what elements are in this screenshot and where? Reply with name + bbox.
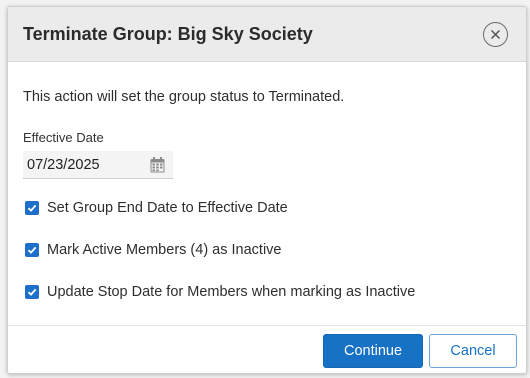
dialog-description: This action will set the group status to… (23, 89, 345, 105)
terminate-group-dialog: Terminate Group: Big Sky Society This ac… (7, 6, 527, 374)
continue-button[interactable]: Continue (323, 334, 423, 368)
option-mark-inactive[interactable]: Mark Active Members (4) as Inactive (25, 240, 282, 260)
close-button[interactable] (483, 22, 508, 47)
update-stop-date-label: Update Stop Date for Members when markin… (47, 284, 416, 300)
dialog-title: Terminate Group: Big Sky Society (23, 24, 313, 44)
option-update-stop-date[interactable]: Update Stop Date for Members when markin… (25, 282, 415, 302)
effective-date-label: Effective Date (23, 130, 104, 145)
effective-date-input[interactable] (27, 155, 142, 175)
mark-inactive-label: Mark Active Members (4) as Inactive (47, 242, 282, 258)
effective-date-field (23, 151, 173, 179)
set-end-date-checkbox[interactable] (25, 201, 39, 215)
cancel-button[interactable]: Cancel (429, 334, 517, 368)
checkmark-icon (27, 204, 37, 212)
checkmark-icon (27, 246, 37, 254)
option-set-end-date[interactable]: Set Group End Date to Effective Date (25, 198, 288, 218)
close-icon (490, 29, 501, 40)
dialog-header: Terminate Group: Big Sky Society (8, 7, 526, 62)
dialog-body: This action will set the group status to… (8, 63, 526, 323)
mark-inactive-checkbox[interactable] (25, 243, 39, 257)
calendar-icon[interactable] (150, 157, 165, 173)
checkmark-icon (27, 288, 37, 296)
update-stop-date-checkbox[interactable] (25, 285, 39, 299)
dialog-footer: Continue Cancel (8, 325, 526, 373)
set-end-date-label: Set Group End Date to Effective Date (47, 200, 288, 216)
